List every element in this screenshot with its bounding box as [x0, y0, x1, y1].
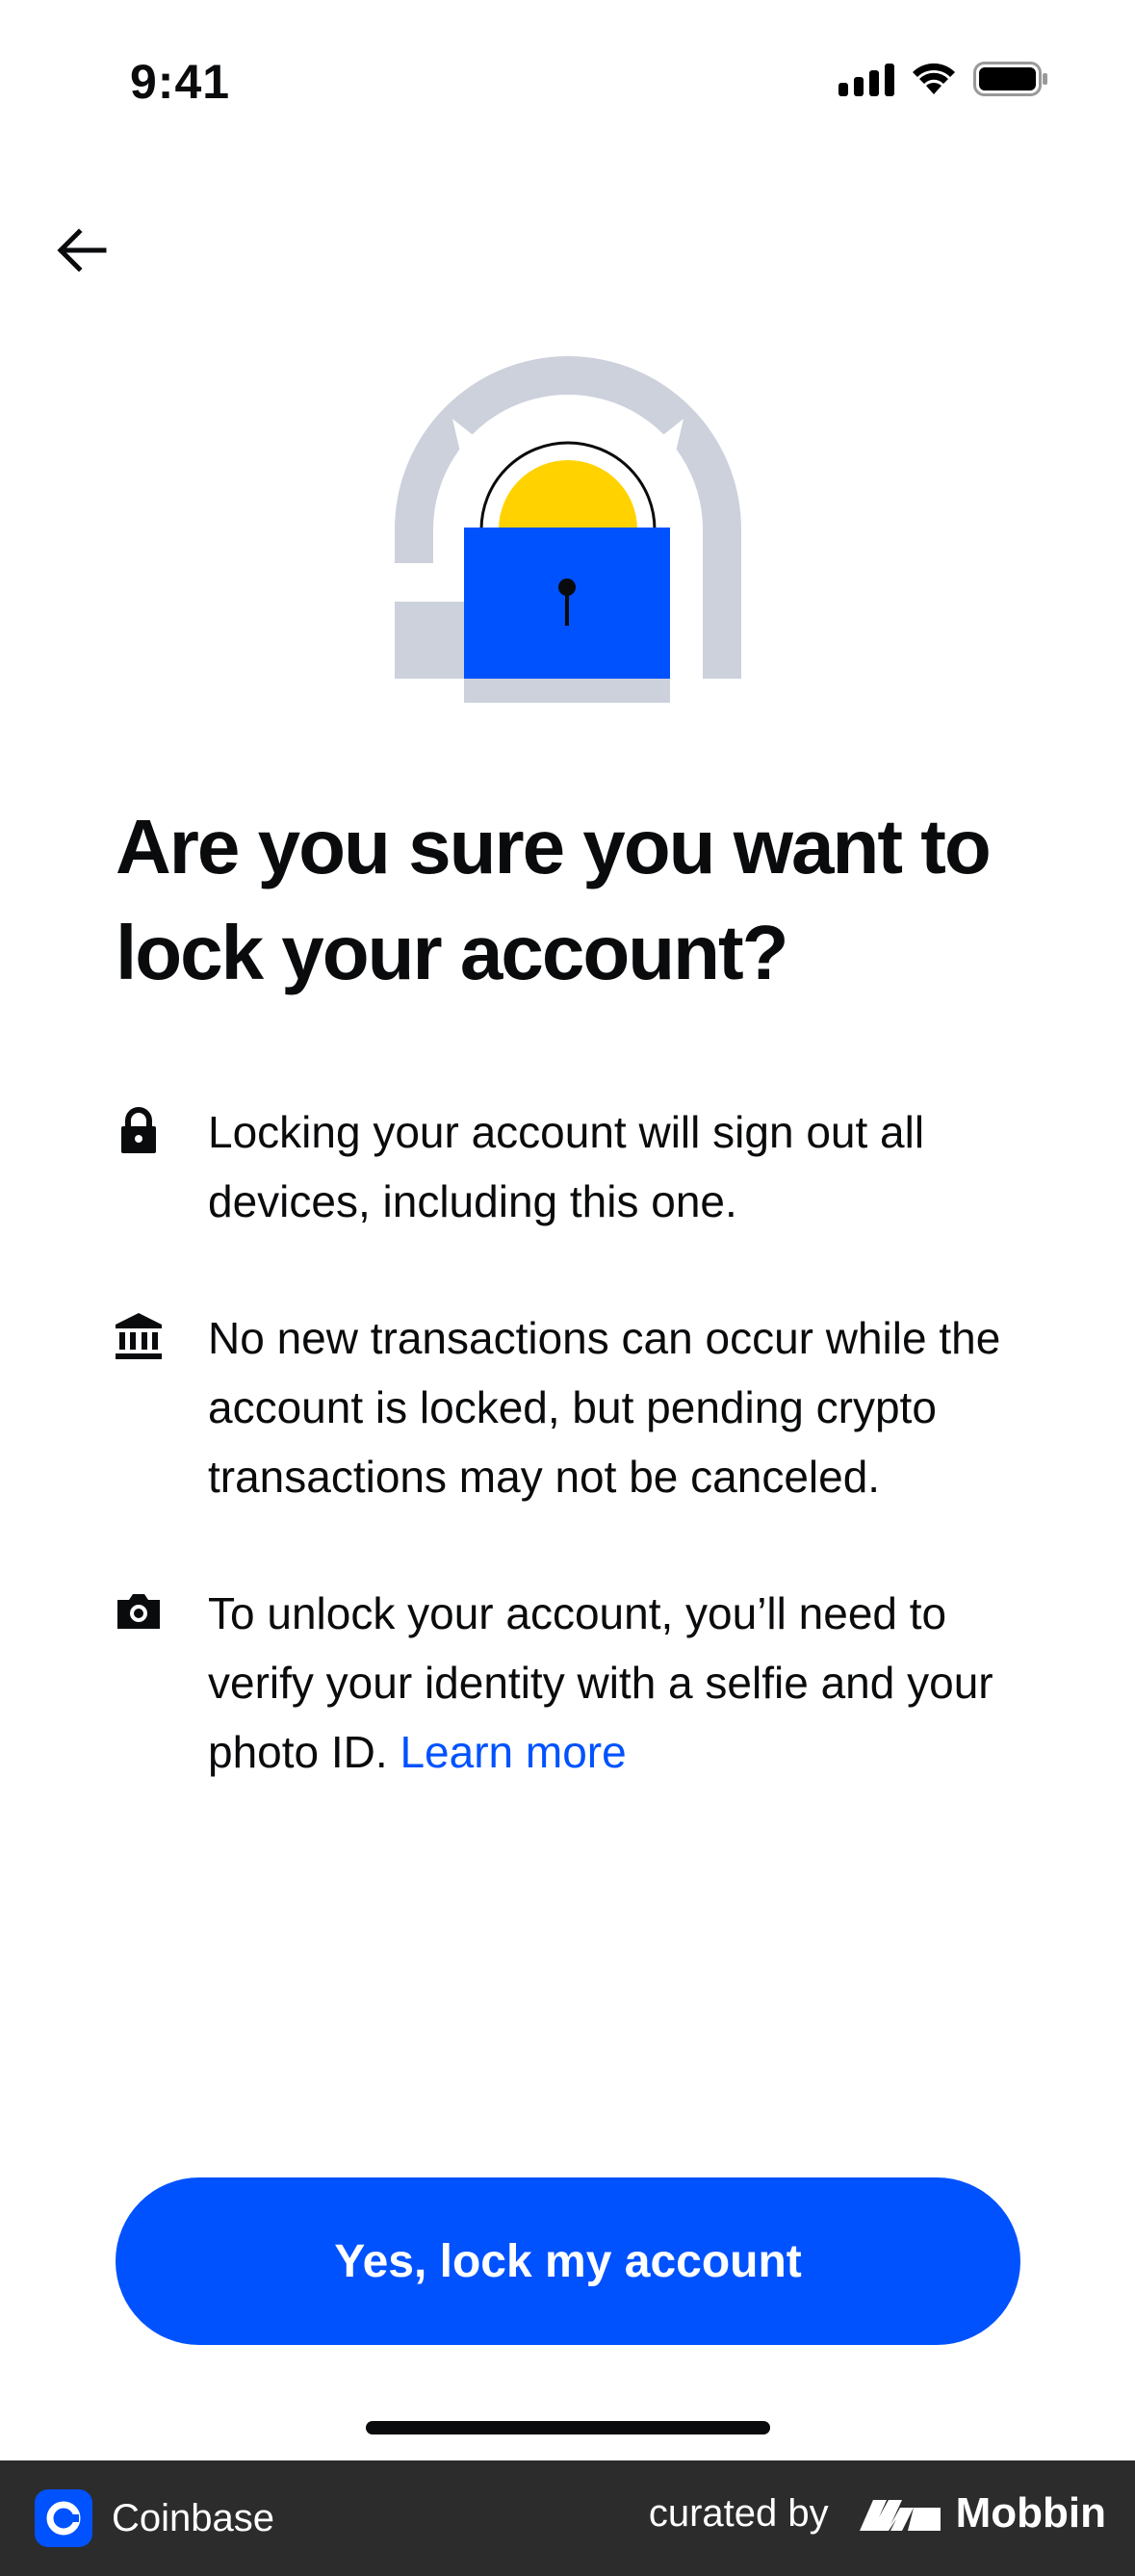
- mobbin-brand: Mobbin: [858, 2489, 1106, 2537]
- info-list: Locking your account will sign out all d…: [114, 1097, 1038, 1854]
- footer-credit: curated by Mobbin: [649, 2489, 1106, 2537]
- footer-app: Coinbase: [35, 2489, 274, 2547]
- page-title: Are you sure you want to lock your accou…: [116, 804, 992, 995]
- coinbase-logo-icon: [35, 2489, 92, 2547]
- footer-app-name: Coinbase: [112, 2496, 275, 2539]
- wifi-icon: [913, 63, 955, 94]
- arrow-left-icon: [57, 228, 107, 272]
- back-button[interactable]: [48, 217, 116, 284]
- info-item-unlock: To unlock your account, you’ll need to v…: [114, 1579, 1038, 1787]
- home-indicator: [366, 2421, 770, 2434]
- status-bar: 9:41: [0, 0, 1135, 164]
- info-text: Locking your account will sign out all d…: [208, 1107, 925, 1226]
- info-item-transactions: No new transactions can occur while the …: [114, 1303, 1038, 1511]
- learn-more-link[interactable]: Learn more: [400, 1727, 626, 1777]
- lock-account-button[interactable]: Yes, lock my account: [116, 2177, 1020, 2345]
- lock-icon: [121, 1107, 156, 1153]
- mobbin-brand-name: Mobbin: [955, 2489, 1106, 2537]
- cellular-signal-icon: [838, 62, 894, 96]
- mobbin-logo-icon: [859, 2500, 941, 2531]
- status-time: 9:41: [130, 55, 231, 109]
- bank-icon: [116, 1313, 162, 1359]
- camera-icon: [117, 1594, 160, 1629]
- info-item-sign-out: Locking your account will sign out all d…: [114, 1097, 1038, 1236]
- battery-icon: [973, 62, 1047, 96]
- info-text: To unlock your account, you’ll need to v…: [208, 1579, 1038, 1787]
- status-icons: [838, 62, 1048, 96]
- curated-by-label: curated by: [648, 2491, 829, 2535]
- padlock-illustration: [395, 356, 741, 703]
- info-text: No new transactions can occur while the …: [208, 1313, 1001, 1502]
- footer-bar: Coinbase curated by Mobbin: [0, 2460, 1135, 2576]
